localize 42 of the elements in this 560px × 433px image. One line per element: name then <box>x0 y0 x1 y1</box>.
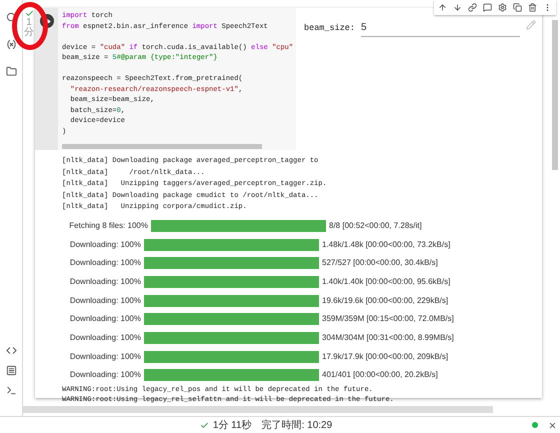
progress-stats: 527/527 [00:00<00:00, 30.4kB/s] <box>322 257 438 270</box>
progress-stats: 401/401 [00:00<00:00, 20.2kB/s] <box>322 369 438 382</box>
finished-time: 完了時間: 10:29 <box>262 418 332 432</box>
vertical-scrollbar[interactable] <box>552 20 558 170</box>
folder-icon[interactable] <box>6 66 16 77</box>
progress-stats: 19.6k/19.6k [00:00<00:00, 229kB/s] <box>322 294 448 307</box>
progress-stats: 17.9k/17.9k [00:00<00:00, 209kB/s] <box>322 350 448 363</box>
close-icon[interactable] <box>548 420 558 430</box>
progress-label: Downloading: 100% <box>68 350 141 363</box>
duration-text: 1分 11秒 <box>212 418 252 432</box>
progress-label: Downloading: 100% <box>68 276 141 288</box>
progress-stats: 359M/359M [00:15<00:00, 72.0MB/s] <box>322 313 454 326</box>
param-label: beam_size: <box>304 22 356 35</box>
progress-label: Downloading: 100% <box>68 313 141 326</box>
code-icon[interactable] <box>6 345 16 356</box>
progress-stats: 1.40k/1.40k [00:00<00:00, 95.6kB/s] <box>322 276 450 288</box>
progress-stats: 8/8 [00:52<00:00, 7.28s/it] <box>329 220 422 232</box>
progress-label: Downloading: 100% <box>68 294 141 307</box>
progress-label: Fetching 8 files: 100% <box>68 220 148 232</box>
list-icon[interactable] <box>6 365 16 376</box>
terminal-icon[interactable] <box>6 385 16 396</box>
settings-icon[interactable] <box>498 3 507 12</box>
progress-stats: 304M/304M [00:31<00:00, 8.99MB/s] <box>322 332 454 344</box>
variables-icon[interactable] <box>6 39 16 50</box>
progress-stats: 1.48k/1.48k [00:00<00:00, 73.2kB/s] <box>322 238 450 251</box>
trash-icon[interactable] <box>528 3 537 12</box>
highlight-ring <box>12 2 48 50</box>
copy-icon[interactable] <box>513 3 522 12</box>
search-icon[interactable] <box>6 12 16 23</box>
progress-label: Downloading: 100% <box>68 332 141 344</box>
arrow-down-icon[interactable] <box>453 3 462 12</box>
progress-label: Downloading: 100% <box>68 257 141 270</box>
comment-icon[interactable] <box>483 3 492 12</box>
elapsed-time: 1 <box>26 18 32 28</box>
link-icon[interactable] <box>468 3 477 12</box>
progress-label: Downloading: 100% <box>68 369 141 382</box>
arrow-up-icon[interactable] <box>438 3 447 12</box>
horizontal-scrollbar[interactable] <box>62 144 262 149</box>
horizontal-scrollbar[interactable] <box>23 406 493 413</box>
progress-label: Downloading: 100% <box>68 238 141 251</box>
param-input[interactable]: 5 <box>361 20 520 37</box>
elapsed-time: 分 <box>24 28 34 38</box>
